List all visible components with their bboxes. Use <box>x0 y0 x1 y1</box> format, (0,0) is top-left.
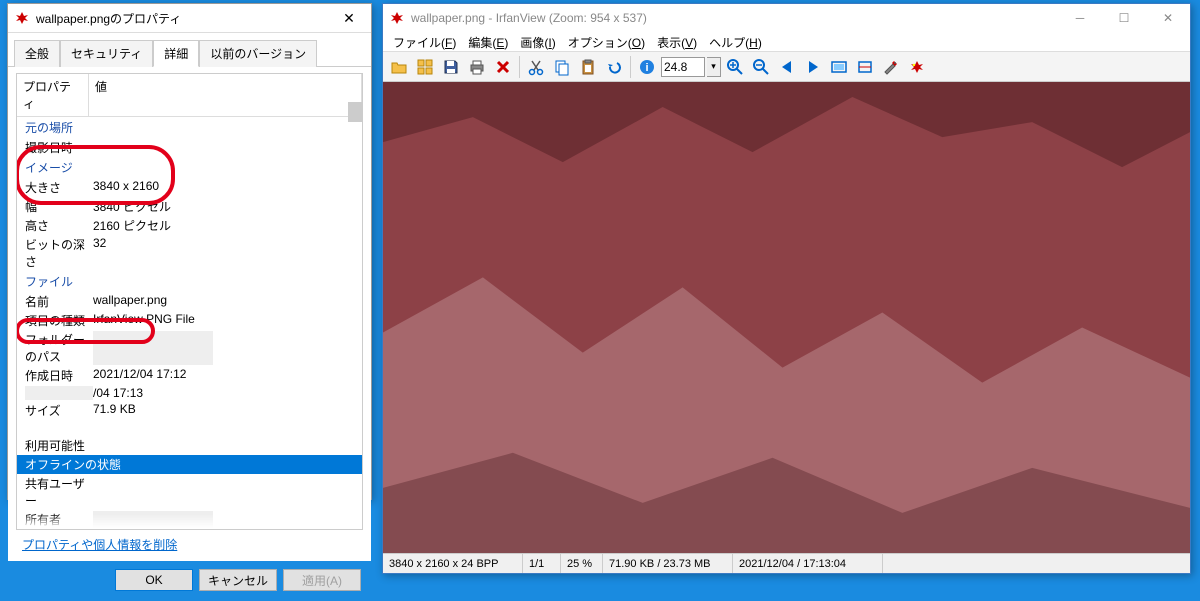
tab-previous[interactable]: 以前のバージョン <box>199 40 317 67</box>
list-fade <box>18 514 352 528</box>
paste-icon[interactable] <box>576 55 600 79</box>
row-offline[interactable]: オフラインの状態 <box>17 455 362 474</box>
menubar: ファイル(F) 編集(E) 画像(I) オプション(O) 表示(V) ヘルプ(H… <box>383 32 1190 52</box>
menu-edit[interactable]: 編集(E) <box>462 32 514 51</box>
prev-icon[interactable] <box>775 55 799 79</box>
cut-icon[interactable] <box>524 55 548 79</box>
properties-body: プロパティ 値 元の場所 撮影日時 イメージ 大きさ3840 x 2160 幅3… <box>8 67 371 561</box>
menu-help[interactable]: ヘルプ(H) <box>703 32 768 51</box>
open-icon[interactable] <box>387 55 411 79</box>
row-shot-date[interactable]: 撮影日時 <box>17 138 362 157</box>
row-type[interactable]: 項目の種類IrfanView PNG File <box>17 311 362 330</box>
save-icon[interactable] <box>439 55 463 79</box>
header-property[interactable]: プロパティ <box>17 74 89 116</box>
status-dimensions: 3840 x 2160 x 24 BPP <box>383 554 523 573</box>
tabs-row: 全般 セキュリティ 詳細 以前のバージョン <box>8 33 371 67</box>
minimize-button[interactable]: ─ <box>1058 5 1102 31</box>
toolbar: i ▾ <box>383 52 1190 82</box>
section-origin: 元の場所 <box>17 117 362 138</box>
section-image: イメージ <box>17 157 362 178</box>
row-name[interactable]: 名前wallpaper.png <box>17 292 362 311</box>
row-folder[interactable]: フォルダーのパス <box>17 330 362 366</box>
row-availability[interactable]: 利用可能性 <box>17 436 362 455</box>
row-size[interactable]: サイズ71.9 KB <box>17 401 362 420</box>
dialog-buttons: OK キャンセル 適用(A) <box>8 561 371 601</box>
tab-details[interactable]: 詳細 <box>153 40 199 67</box>
close-button[interactable]: ✕ <box>1146 5 1190 31</box>
window-controls: ─ ☐ ✕ <box>1058 5 1190 31</box>
link-remove-properties[interactable]: プロパティや個人情報を削除 <box>16 530 363 555</box>
app-icon <box>389 10 405 26</box>
properties-dialog: wallpaper.pngのプロパティ ✕ 全般 セキュリティ 詳細 以前のバー… <box>7 3 372 500</box>
status-spacer <box>883 554 1190 573</box>
toolbar-divider <box>519 56 520 78</box>
row-dimensions[interactable]: 大きさ3840 x 2160 <box>17 178 362 197</box>
row-bitdepth[interactable]: ビットの深さ32 <box>17 235 362 271</box>
close-button[interactable]: ✕ <box>329 4 369 32</box>
apply-button[interactable]: 適用(A) <box>283 569 361 591</box>
properties-titlebar[interactable]: wallpaper.pngのプロパティ ✕ <box>8 4 371 33</box>
svg-text:i: i <box>645 62 648 74</box>
irfanview-window: wallpaper.png - IrfanView (Zoom: 954 x 5… <box>382 3 1191 574</box>
scan-icon[interactable] <box>853 55 877 79</box>
cancel-button[interactable]: キャンセル <box>199 569 277 591</box>
property-list[interactable]: プロパティ 値 元の場所 撮影日時 イメージ 大きさ3840 x 2160 幅3… <box>16 73 363 530</box>
tab-security[interactable]: セキュリティ <box>60 40 153 67</box>
status-size: 71.90 KB / 23.73 MB <box>603 554 733 573</box>
header-value[interactable]: 値 <box>89 74 362 116</box>
zoom-in-icon[interactable] <box>723 55 747 79</box>
row-blank[interactable] <box>17 420 362 436</box>
section-file: ファイル <box>17 271 362 292</box>
property-header: プロパティ 値 <box>17 74 362 117</box>
status-zoom: 25 % <box>561 554 603 573</box>
toolbar-divider <box>630 56 631 78</box>
statusbar: 3840 x 2160 x 24 BPP 1/1 25 % 71.90 KB /… <box>383 553 1190 573</box>
status-date: 2021/12/04 / 17:13:04 <box>733 554 883 573</box>
print-icon[interactable] <box>465 55 489 79</box>
menu-image[interactable]: 画像(I) <box>514 32 561 51</box>
settings-icon[interactable] <box>879 55 903 79</box>
delete-icon[interactable] <box>491 55 515 79</box>
app-icon <box>14 10 30 26</box>
scrollbar-thumb[interactable] <box>348 102 362 122</box>
undo-icon[interactable] <box>602 55 626 79</box>
next-icon[interactable] <box>801 55 825 79</box>
menu-options[interactable]: オプション(O) <box>562 32 651 51</box>
copy-icon[interactable] <box>550 55 574 79</box>
tab-general[interactable]: 全般 <box>14 40 60 67</box>
zoom-dropdown[interactable]: ▾ <box>707 57 721 77</box>
ok-button[interactable]: OK <box>115 569 193 591</box>
info-icon[interactable]: i <box>635 55 659 79</box>
iv-titlebar[interactable]: wallpaper.png - IrfanView (Zoom: 954 x 5… <box>383 4 1190 32</box>
row-shared[interactable]: 共有ユーザー <box>17 474 362 510</box>
zoom-input[interactable] <box>661 57 705 77</box>
thumbnails-icon[interactable] <box>413 55 437 79</box>
about-icon[interactable] <box>905 55 929 79</box>
row-modified[interactable]: /04 17:13 <box>17 385 362 401</box>
dialog-title: wallpaper.pngのプロパティ <box>36 10 329 27</box>
status-page: 1/1 <box>523 554 561 573</box>
iv-title: wallpaper.png - IrfanView (Zoom: 954 x 5… <box>411 11 1058 25</box>
row-created[interactable]: 作成日時2021/12/04 17:12 <box>17 366 362 385</box>
row-height[interactable]: 高さ2160 ピクセル <box>17 216 362 235</box>
row-width[interactable]: 幅3840 ピクセル <box>17 197 362 216</box>
zoom-out-icon[interactable] <box>749 55 773 79</box>
maximize-button[interactable]: ☐ <box>1102 5 1146 31</box>
menu-view[interactable]: 表示(V) <box>651 32 703 51</box>
menu-file[interactable]: ファイル(F) <box>387 32 462 51</box>
slideshow-icon[interactable] <box>827 55 851 79</box>
property-rows: 元の場所 撮影日時 イメージ 大きさ3840 x 2160 幅3840 ピクセル… <box>17 117 362 529</box>
image-canvas[interactable] <box>383 82 1190 553</box>
